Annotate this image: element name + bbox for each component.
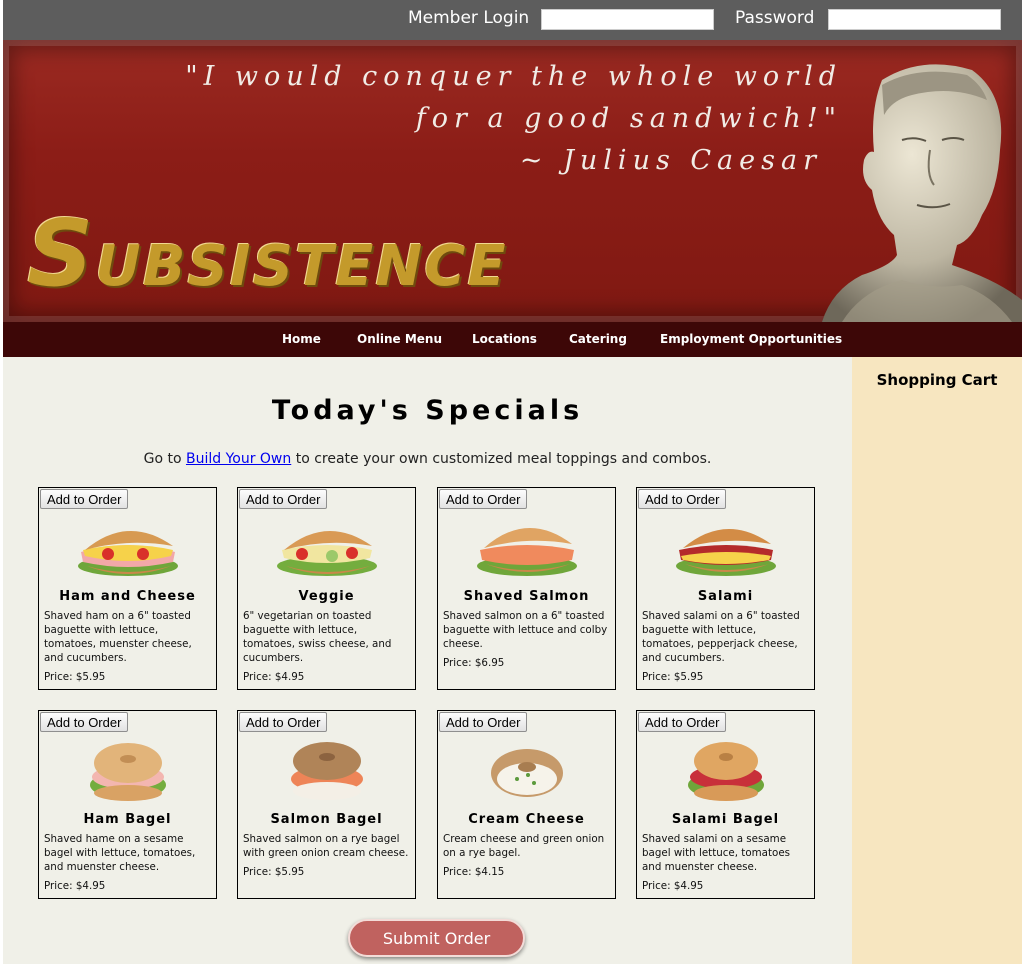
menu-item-description: Shaved hame on a sesame bagel with lettu… <box>44 833 196 873</box>
password-input[interactable] <box>828 9 1001 30</box>
site-banner: "I would conquer the whole world for a g… <box>3 40 1022 322</box>
menu-item-name: Salmon Bagel <box>270 812 383 827</box>
logo-initial: S <box>27 200 96 307</box>
menu-item-name: Ham and Cheese <box>59 589 196 604</box>
build-your-own-link[interactable]: Build Your Own <box>186 451 291 467</box>
salmon-bagel-image <box>291 742 363 800</box>
intro-suffix: to create your own customized meal toppi… <box>291 451 712 467</box>
nav-item-home[interactable]: Home <box>282 332 321 346</box>
menu-item-description: Shaved salmon on a rye bagel with green … <box>243 833 409 859</box>
menu-item-price: Price: $4.95 <box>44 880 106 892</box>
add-to-order-button[interactable]: Add to Order <box>40 712 129 732</box>
menu-item-description: Shaved salami on a 6" toasted baguette w… <box>642 610 800 664</box>
salami-bagel-image <box>688 742 764 801</box>
shopping-cart-panel: Shopping Cart <box>852 357 1022 964</box>
cream-cheese-bagel-image <box>491 749 563 797</box>
menu-item-description: 6" vegetarian on toasted baguette with l… <box>243 610 392 664</box>
menu-item-name: Shaved Salmon <box>463 589 590 604</box>
menu-item-card: Add to Order Ham Bagel Shaved hame on a … <box>38 710 217 899</box>
password-label: Password <box>735 8 815 28</box>
add-to-order-button[interactable]: Add to Order <box>239 712 328 732</box>
banner-quote: "I would conquer the whole world for a g… <box>185 56 842 182</box>
member-login-label: Member Login <box>408 8 530 28</box>
main-content: Today's Specials Go to Build Your Own to… <box>3 357 852 964</box>
menu-item-description: Cream cheese and green onion on a rye ba… <box>443 833 605 859</box>
menu-item-name: Cream Cheese <box>468 812 585 827</box>
submit-order-button[interactable]: Submit Order <box>348 919 525 957</box>
nav-item-employment-opportunities[interactable]: Employment Opportunities <box>660 332 842 346</box>
shaved-salmon-sandwich-image <box>477 527 577 576</box>
nav-item-catering[interactable]: Catering <box>569 332 627 346</box>
ham-bagel-image <box>90 743 166 801</box>
quote-line: for a good sandwich!" <box>415 103 842 134</box>
menu-item-card: Add to Order Ham and Cheese Shaved ham o… <box>38 487 217 690</box>
add-to-order-button[interactable]: Add to Order <box>239 489 328 509</box>
menu-item-card: Add to Order Veggie 6" vegetarian on toa… <box>237 487 416 690</box>
menu-item-name: Salami Bagel <box>671 812 780 827</box>
menu-item-card: Add to Order Salami Shaved salami on a 6… <box>636 487 815 690</box>
menu-item-card: Add to Order Shaved Salmon Shaved salmon… <box>437 487 616 690</box>
menu-item-card: Add to Order Salami Bagel Shaved salami … <box>636 710 815 899</box>
quote-line: "I would conquer the whole world <box>185 61 842 92</box>
quote-attribution: ~ Julius Caesar <box>519 145 822 176</box>
add-to-order-button[interactable]: Add to Order <box>40 489 129 509</box>
menu-item-price: Price: $5.95 <box>44 671 106 683</box>
menu-item-name: Veggie <box>298 589 355 604</box>
julius-caesar-bust-image <box>822 64 1022 322</box>
salami-sandwich-image <box>676 528 776 576</box>
shopping-cart-title: Shopping Cart <box>876 371 998 389</box>
nav-item-locations[interactable]: Locations <box>472 332 537 346</box>
menu-item-card: Add to Order Cream Cheese Cream cheese a… <box>437 710 616 899</box>
add-to-order-button[interactable]: Add to Order <box>638 489 727 509</box>
menu-item-price: Price: $5.95 <box>243 866 305 878</box>
menu-item-price: Price: $5.95 <box>642 671 704 683</box>
page: Member Login Password "I would conquer t… <box>3 0 1022 964</box>
ham-and-cheese-sandwich-image <box>78 530 178 576</box>
menu-item-name: Ham Bagel <box>83 812 172 827</box>
main-nav: Home Online Menu Locations Catering Empl… <box>3 322 1022 357</box>
page-title: Today's Specials <box>271 395 584 426</box>
veggie-sandwich-image <box>277 530 377 576</box>
menu-item-price: Price: $4.15 <box>443 866 505 878</box>
menu-item-description: Shaved ham on a 6" toasted baguette with… <box>44 610 192 664</box>
menu-item-price: Price: $4.95 <box>642 880 704 892</box>
menu-item-description: Shaved salami on a sesame bagel with let… <box>642 833 791 873</box>
menu-item-description: Shaved salmon on a 6" toasted baguette w… <box>443 610 608 650</box>
menu-item-price: Price: $4.95 <box>243 671 305 683</box>
menu-item-price: Price: $6.95 <box>443 657 505 669</box>
subsistence-logo[interactable]: SUBSISTENCE <box>27 200 508 307</box>
intro-text: Go to Build Your Own to create your own … <box>3 451 852 467</box>
intro-prefix: Go to <box>143 451 186 467</box>
login-bar: Member Login Password <box>3 0 1022 40</box>
add-to-order-button[interactable]: Add to Order <box>638 712 727 732</box>
logo-rest: UBSISTENCE <box>95 234 508 299</box>
add-to-order-button[interactable]: Add to Order <box>439 489 528 509</box>
member-login-input[interactable] <box>541 9 714 30</box>
menu-item-card: Add to Order Salmon Bagel Shaved salmon … <box>237 710 416 899</box>
menu-item-name: Salami <box>697 589 754 604</box>
nav-item-online-menu[interactable]: Online Menu <box>357 332 442 346</box>
add-to-order-button[interactable]: Add to Order <box>439 712 528 732</box>
